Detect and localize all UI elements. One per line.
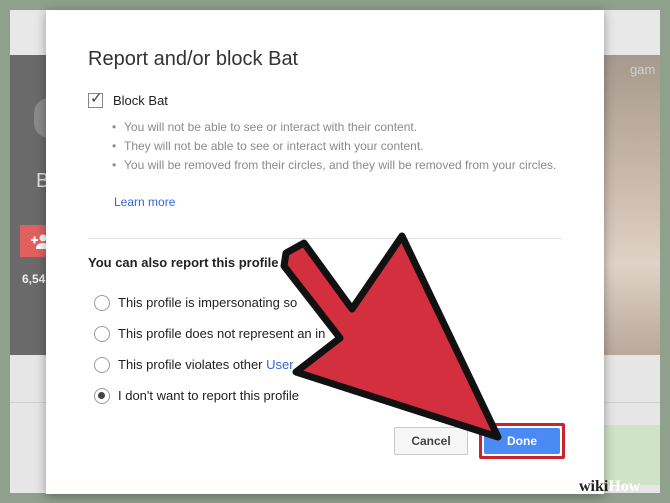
block-checkbox[interactable]: ✓	[88, 90, 103, 108]
done-button[interactable]: Done	[484, 428, 560, 454]
background-green-panel	[600, 425, 660, 485]
radio-button[interactable]	[94, 356, 110, 373]
background-cover-label: gam	[630, 62, 656, 77]
report-option-impersonating[interactable]: This profile is impersonating so	[94, 287, 439, 318]
report-option-violates-policies[interactable]: This profile violates other User cies	[94, 349, 439, 380]
block-label: Block Bat	[113, 93, 168, 108]
report-section-heading: You can also report this profile	[88, 255, 279, 270]
dialog-title: Report and/or block Bat	[88, 48, 299, 70]
report-option-dont-report[interactable]: I don't want to report this profile	[94, 380, 439, 411]
block-consequences-list: You will not be able to see or interact …	[112, 118, 572, 175]
report-option-label: This profile does not represent an in	[118, 326, 326, 341]
report-option-text: This profile violates other	[118, 357, 267, 372]
report-options-group: This profile is impersonating so This pr…	[94, 287, 439, 411]
background-cover-photo	[600, 55, 660, 355]
radio-button[interactable]	[94, 294, 110, 311]
user-content-policy-link[interactable]: User	[266, 357, 293, 372]
wikihow-watermark: wikiHow	[579, 478, 640, 496]
policies-link-tail[interactable]: cies	[416, 357, 439, 372]
section-divider	[88, 238, 562, 239]
checkmark-icon: ✓	[90, 90, 103, 107]
cancel-button[interactable]: Cancel	[394, 427, 468, 455]
block-option[interactable]: ✓ Block Bat	[88, 90, 168, 108]
report-option-label: This profile is impersonating so	[118, 295, 298, 310]
learn-more-link[interactable]: Learn more	[114, 195, 175, 209]
radio-button[interactable]	[94, 325, 110, 342]
consequence-item: They will not be able to see or interact…	[112, 137, 572, 156]
consequence-item: You will be removed from their circles, …	[112, 156, 572, 175]
watermark-how: How	[608, 478, 641, 495]
background-follower-count: 6,54	[22, 272, 46, 286]
watermark-wiki: wiki	[579, 478, 609, 495]
consequence-item: You will not be able to see or interact …	[112, 118, 572, 137]
report-option-label: I don't want to report this profile	[118, 388, 299, 403]
report-block-dialog: Report and/or block Bat ✓ Block Bat You …	[46, 10, 604, 494]
report-option-label: This profile violates other User cies	[118, 357, 439, 372]
report-option-not-represent[interactable]: This profile does not represent an in	[94, 318, 439, 349]
radio-button-selected[interactable]	[94, 387, 110, 404]
